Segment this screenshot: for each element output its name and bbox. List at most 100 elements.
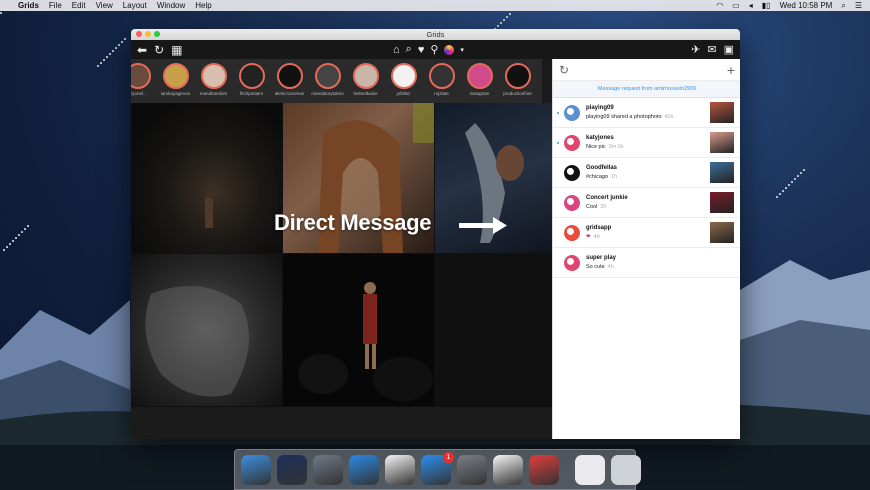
thread-message: So cute — [586, 263, 605, 270]
story-label: iamkayagenon — [160, 91, 191, 96]
safari-icon[interactable] — [349, 454, 379, 485]
thread-time: 2h — [600, 203, 607, 210]
story-item[interactable]: iamkayagenon — [159, 63, 192, 103]
story-item[interactable]: mandatorytokiro — [311, 63, 344, 103]
menu-help[interactable]: Help — [195, 1, 211, 10]
thread-message: playing09 shared a photophoto — [586, 113, 662, 120]
arrow-right-icon — [459, 217, 507, 234]
menu-edit[interactable]: Edit — [72, 1, 86, 10]
menu-window[interactable]: Window — [157, 1, 185, 10]
dm-thread[interactable]: super play So cute 4h — [553, 248, 740, 278]
story-avatar — [390, 63, 417, 89]
thread-time: 4h — [593, 233, 600, 240]
pdf-document-icon[interactable] — [575, 454, 605, 485]
story-item[interactable]: thevorkenc — [539, 63, 542, 103]
star — [794, 178, 796, 180]
dm-thread[interactable]: playing09 playing09 shared a photophoto 4… — [553, 98, 740, 128]
search-icon[interactable]: ⌕ — [406, 43, 412, 56]
account-avatar[interactable] — [444, 44, 455, 55]
launchpad-icon[interactable] — [313, 454, 343, 485]
dock: 1 — [234, 449, 641, 490]
star — [109, 53, 111, 55]
new-message-plus-icon[interactable]: + — [727, 62, 735, 78]
thread-avatar — [564, 194, 580, 211]
star — [503, 19, 505, 21]
wifi-icon[interactable]: ◠ — [716, 1, 723, 10]
dm-thread[interactable]: Goodfellas #chicago 1h — [553, 158, 740, 188]
star — [118, 44, 120, 46]
thread-avatar — [564, 224, 580, 241]
menu-file[interactable]: File — [49, 1, 62, 10]
menu-view[interactable]: View — [96, 1, 113, 10]
story-label: joblitsz — [396, 91, 411, 96]
thread-avatar — [564, 254, 580, 271]
notification-badge: 1 — [443, 451, 454, 463]
story-avatar — [162, 63, 189, 89]
grid-layout-icon[interactable]: ▦ — [171, 43, 182, 57]
dm-thread[interactable]: katyjones Nice pic 3m 0s — [553, 128, 740, 158]
star — [791, 181, 793, 183]
spotlight-icon[interactable]: ⌕ — [841, 1, 845, 11]
star — [800, 172, 802, 174]
star — [785, 187, 787, 189]
location-pin-icon[interactable]: ⚲ — [430, 43, 438, 56]
volume-icon[interactable]: ◂ — [749, 1, 753, 10]
story-item[interactable]: joblitsz — [387, 63, 420, 103]
message-request-banner[interactable]: Message request from amirhossein2909 — [553, 81, 740, 98]
story-item[interactable]: helmetkaize — [349, 63, 382, 103]
dm-thread[interactable]: Concert junkie Cool 2h — [553, 188, 740, 218]
story-item[interactable]: productionhire — [501, 63, 534, 103]
story-item[interactable]: rojzlate — [425, 63, 458, 103]
star — [112, 50, 114, 52]
siri-icon[interactable] — [277, 454, 307, 485]
story-item[interactable]: instagram — [463, 63, 496, 103]
thread-message: Nice pic — [586, 143, 606, 150]
thread-name: Concert junkie — [586, 195, 628, 201]
story-item[interactable]: akmicronoman — [273, 63, 306, 103]
story-avatar — [276, 63, 303, 89]
minimize-window-button[interactable] — [145, 31, 151, 37]
star — [797, 175, 799, 177]
menu-clock[interactable]: Wed 10:58 PM — [780, 1, 833, 10]
thread-avatar — [564, 134, 580, 151]
star — [500, 22, 502, 24]
photos-icon[interactable] — [493, 454, 523, 485]
menu-layout[interactable]: Layout — [123, 1, 147, 10]
airplay-icon[interactable]: ▭ — [732, 1, 740, 10]
refresh-icon[interactable]: ↻ — [154, 43, 164, 57]
zoom-window-button[interactable] — [154, 31, 160, 37]
grid-dim-overlay — [131, 103, 552, 439]
star — [509, 13, 511, 15]
thread-thumbnail — [710, 162, 734, 183]
app-store-icon[interactable]: 1 — [421, 451, 454, 485]
inbox-icon[interactable]: ▣ — [724, 43, 734, 56]
finder-icon[interactable] — [241, 454, 271, 485]
refresh-icon[interactable]: ↻ — [559, 63, 569, 77]
heart-icon[interactable]: ♥ — [418, 44, 425, 56]
direct-message-icon[interactable]: ✉ — [707, 43, 716, 56]
dm-header: ↻ + — [553, 59, 740, 81]
trash-icon[interactable] — [611, 454, 641, 485]
dm-thread[interactable]: gridsapp ❤ 4h — [553, 218, 740, 248]
itunes-icon[interactable] — [385, 454, 415, 485]
home-icon[interactable]: ⌂ — [393, 44, 400, 56]
story-avatar — [200, 63, 227, 89]
story-label: rojzlate — [434, 91, 449, 96]
story-item[interactable]: aryonel... — [131, 63, 154, 103]
story-item[interactable]: fitchposters — [235, 63, 268, 103]
star — [100, 62, 102, 64]
chevron-down-icon[interactable]: ▾ — [460, 46, 464, 54]
story-label: mandatorytokiro — [311, 91, 344, 96]
battery-icon[interactable]: ▮▯ — [762, 1, 771, 10]
notification-center-icon[interactable]: ☰ — [855, 1, 862, 10]
story-item[interactable]: mandirandom — [197, 63, 230, 103]
menu-app-name[interactable]: Grids — [18, 1, 39, 10]
system-preferences-icon[interactable] — [457, 454, 487, 485]
pin-icon[interactable]: ✈ — [691, 43, 700, 56]
grids-icon[interactable] — [529, 454, 559, 485]
thread-time: 1h — [611, 173, 618, 180]
story-label: akmicronoman — [274, 91, 305, 96]
back-arrow-icon[interactable]: ⬅ — [137, 43, 147, 57]
close-window-button[interactable] — [136, 31, 142, 37]
thread-avatar — [564, 164, 580, 181]
